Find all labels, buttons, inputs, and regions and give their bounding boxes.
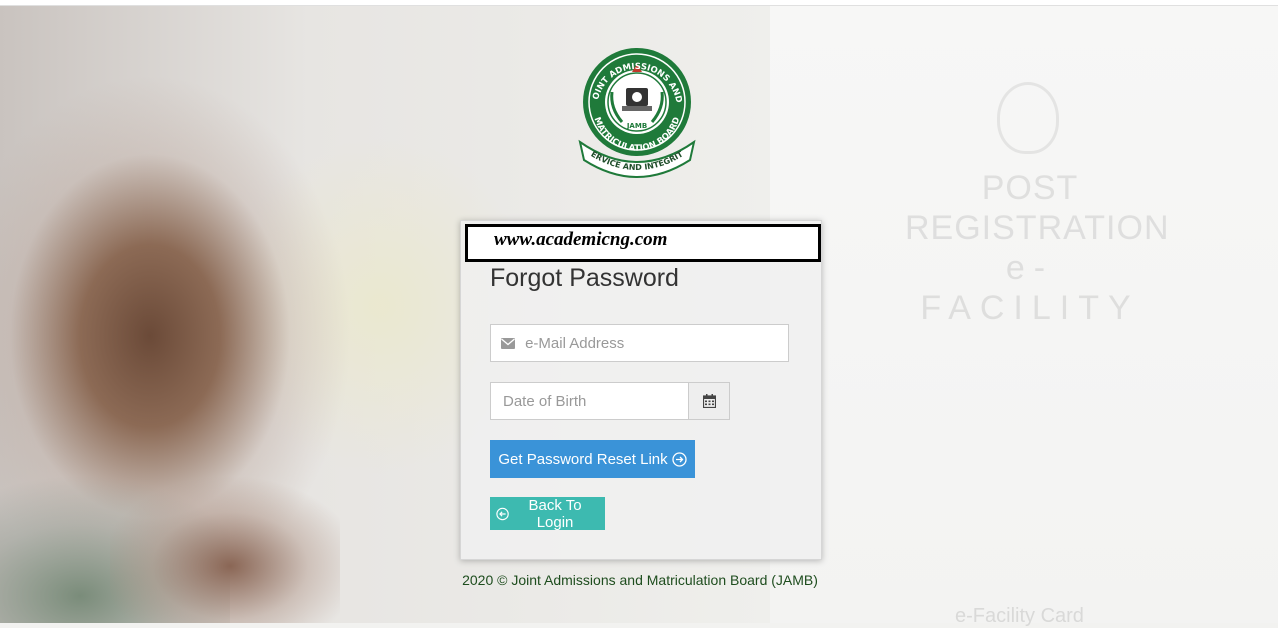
background-hand xyxy=(110,476,340,623)
back-button-label: Back To Login xyxy=(528,496,582,531)
back-to-login-button[interactable]: Back To Login xyxy=(490,496,605,531)
dob-input[interactable] xyxy=(491,391,693,411)
arrow-circle-left-icon xyxy=(496,507,509,520)
ghost-line-3: e-FACILITY xyxy=(920,249,1140,327)
ghost-seal-icon xyxy=(997,82,1059,154)
svg-text:JAMB: JAMB xyxy=(626,122,647,130)
dob-field[interactable] xyxy=(490,382,730,420)
watermark-text: www.academicng.com xyxy=(494,229,668,250)
arrow-circle-right-icon xyxy=(671,451,687,467)
envelope-icon xyxy=(501,337,515,349)
ghost-line-1: POST xyxy=(981,169,1079,207)
page-title: Forgot Password xyxy=(490,264,679,292)
ghost-text: POST REGISTRATION e-FACILITY xyxy=(905,168,1170,328)
email-input[interactable] xyxy=(523,333,788,353)
watermark-box: www.academicng.com xyxy=(465,224,821,262)
calendar-icon xyxy=(702,394,716,408)
ghost-footer: e-Facility Card xyxy=(955,605,1084,627)
ghost-line-2: REGISTRATION xyxy=(905,209,1170,247)
jamb-logo: JOINT ADMISSIONS AND MATRICULATION BOARD… xyxy=(572,35,698,182)
footer-copyright: 2020 © Joint Admissions and Matriculatio… xyxy=(462,572,818,588)
get-password-reset-link-button[interactable]: Get Password Reset Link xyxy=(490,440,695,478)
reset-button-label: Get Password Reset Link xyxy=(498,450,668,468)
calendar-button[interactable] xyxy=(688,383,729,419)
email-field[interactable] xyxy=(490,324,789,362)
